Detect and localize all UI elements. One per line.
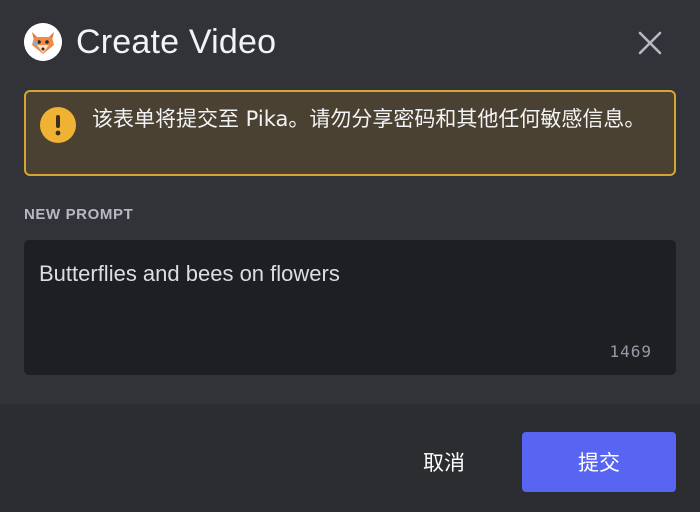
close-button[interactable]: [634, 27, 666, 59]
submit-button[interactable]: 提交: [522, 432, 676, 492]
dialog-header: Create Video: [24, 22, 276, 62]
prompt-input[interactable]: Butterflies and bees on flowers: [39, 258, 639, 298]
close-icon: [638, 31, 662, 55]
prompt-label: NEW PROMPT: [24, 206, 134, 223]
dialog-title: Create Video: [76, 23, 277, 61]
warning-banner: 该表单将提交至 Pika。请勿分享密码和其他任何敏感信息。: [24, 90, 676, 176]
exclamation-icon: [40, 107, 76, 143]
cancel-button[interactable]: 取消: [398, 432, 490, 492]
pika-fox-avatar-icon: [24, 23, 62, 61]
character-counter: 1469: [609, 342, 652, 361]
create-video-dialog: Create Video 该表单将提交至 Pika。请勿分享密码和其他任何敏感信…: [0, 0, 700, 512]
dialog-footer: 取消 提交: [0, 404, 700, 512]
prompt-field[interactable]: Butterflies and bees on flowers 1469: [24, 240, 676, 375]
warning-message: 该表单将提交至 Pika。请勿分享密码和其他任何敏感信息。: [92, 107, 646, 131]
